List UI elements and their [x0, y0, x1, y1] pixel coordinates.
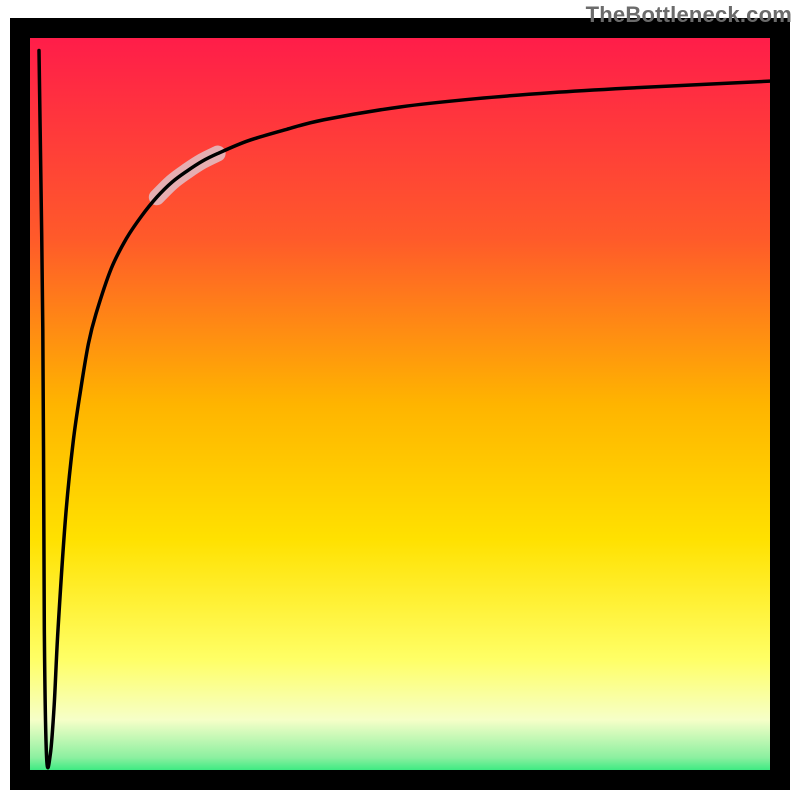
- chart-svg: [0, 0, 800, 800]
- chart-container: TheBottleneck.com: [0, 0, 800, 800]
- plot-background: [20, 28, 780, 780]
- watermark-text: TheBottleneck.com: [586, 2, 792, 28]
